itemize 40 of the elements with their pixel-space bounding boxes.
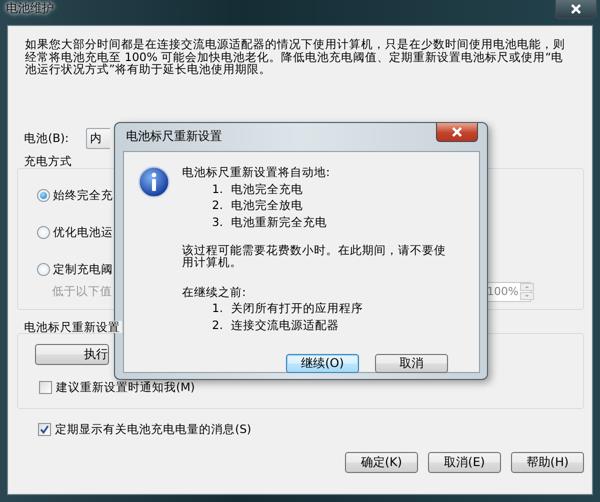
- close-icon[interactable]: [555, 0, 597, 19]
- dialog-button[interactable]: 继续(O): [286, 354, 359, 373]
- dialog-button[interactable]: 取消(E): [428, 452, 501, 474]
- group-title: 充电方式: [22, 154, 74, 168]
- radio-button[interactable]: [37, 226, 50, 239]
- list-number: 2.: [212, 319, 223, 332]
- threshold-label: 低于以下值: [52, 285, 112, 298]
- list-item: 电池完全充电: [230, 182, 303, 196]
- dialog-note: 该过程可能需要花费数小时。在此期间，请不要使用计算机。: [182, 244, 447, 269]
- dialog-title: 电池标尺重新设置: [125, 128, 223, 145]
- dialog-heading: 电池标尺重新设置将自动地:: [182, 166, 331, 179]
- checkbox-label: 定期显示有关电池充电电量的消息(S): [55, 423, 252, 436]
- description-text: 如果您大部分时间都是在连接交流电源适配器的情况下使用计算机，只是在少数时间使用电池电能，则经常将电池充电至 100% 可能会加快电池老化。降低电池充电阈值、定期重新设置电池标尺或使用“电池运行状况方式”将有助于延长电池使用期限。: [24, 38, 566, 76]
- execute-button[interactable]: 执行: [35, 344, 109, 366]
- dialog-button[interactable]: 帮助(H): [511, 452, 584, 474]
- option-label: 优化电池运: [53, 226, 113, 238]
- list-number: 1.: [212, 302, 223, 316]
- list-number: 1.: [212, 182, 223, 196]
- checkbox[interactable]: [38, 423, 51, 436]
- option-label: 定制充电阈: [53, 262, 113, 276]
- battery-label: 电池(B):: [24, 132, 69, 145]
- list-item: 电池完全放电: [230, 199, 303, 212]
- radio-button[interactable]: [37, 188, 50, 202]
- checkbox[interactable]: [39, 381, 52, 394]
- list-number: 3.: [212, 216, 223, 229]
- list-item: 关闭所有打开的应用程序: [230, 302, 363, 316]
- dialog-button[interactable]: 取消: [375, 354, 448, 373]
- dialog-subheading: 在继续之前:: [182, 286, 247, 298]
- checkbox-label: 建议重新设置时通知我(M): [56, 381, 195, 394]
- battery-dropdown[interactable]: 内: [86, 128, 110, 149]
- window-title: 电池维护: [6, 1, 54, 15]
- close-icon[interactable]: [436, 123, 478, 142]
- option-label: 始终完全充: [53, 188, 113, 202]
- list-item: 电池重新完全充电: [230, 216, 327, 229]
- group-title: 电池标尺重新设置: [22, 320, 122, 334]
- radio-button[interactable]: [37, 262, 50, 276]
- list-item: 连接交流电源适配器: [230, 319, 339, 332]
- info-icon: [138, 166, 170, 198]
- list-number: 2.: [212, 199, 223, 212]
- dialog-button[interactable]: 确定(K): [345, 452, 418, 474]
